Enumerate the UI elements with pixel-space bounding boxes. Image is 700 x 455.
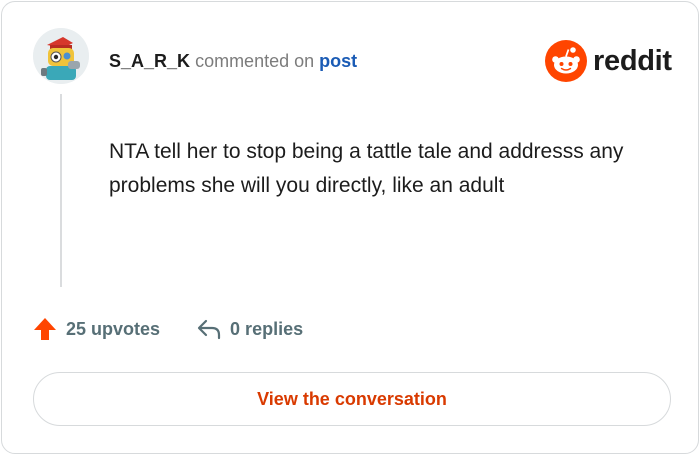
view-conversation-button[interactable]: View the conversation xyxy=(33,372,671,426)
reddit-wordmark: reddit xyxy=(593,45,672,77)
username[interactable]: S_A_R_K xyxy=(109,51,190,71)
reddit-logo[interactable]: reddit xyxy=(545,40,672,82)
reply-count: 0 replies xyxy=(230,318,304,339)
user-avatar[interactable] xyxy=(33,28,89,84)
comment-card: S_A_R_K commented on post reddit NTA tel… xyxy=(1,1,699,454)
upvote-button[interactable]: 25 upvotes xyxy=(32,316,160,342)
comment-body: NTA tell her to stop being a tattle tale… xyxy=(109,140,624,197)
post-link[interactable]: post xyxy=(319,51,357,71)
upvote-arrow-icon xyxy=(34,318,56,340)
thread-line xyxy=(60,94,62,287)
reddit-alien-icon xyxy=(545,40,587,82)
comment-actions: 25 upvotes 0 replies xyxy=(32,315,303,343)
reply-arrow-icon xyxy=(197,319,221,340)
robot-avatar-icon xyxy=(33,28,89,84)
reply-button[interactable]: 0 replies xyxy=(196,317,303,341)
commented-on-text: commented on xyxy=(195,51,315,71)
upvote-count: 25 upvotes xyxy=(66,318,161,339)
comment-header: S_A_R_K commented on post xyxy=(109,49,357,73)
